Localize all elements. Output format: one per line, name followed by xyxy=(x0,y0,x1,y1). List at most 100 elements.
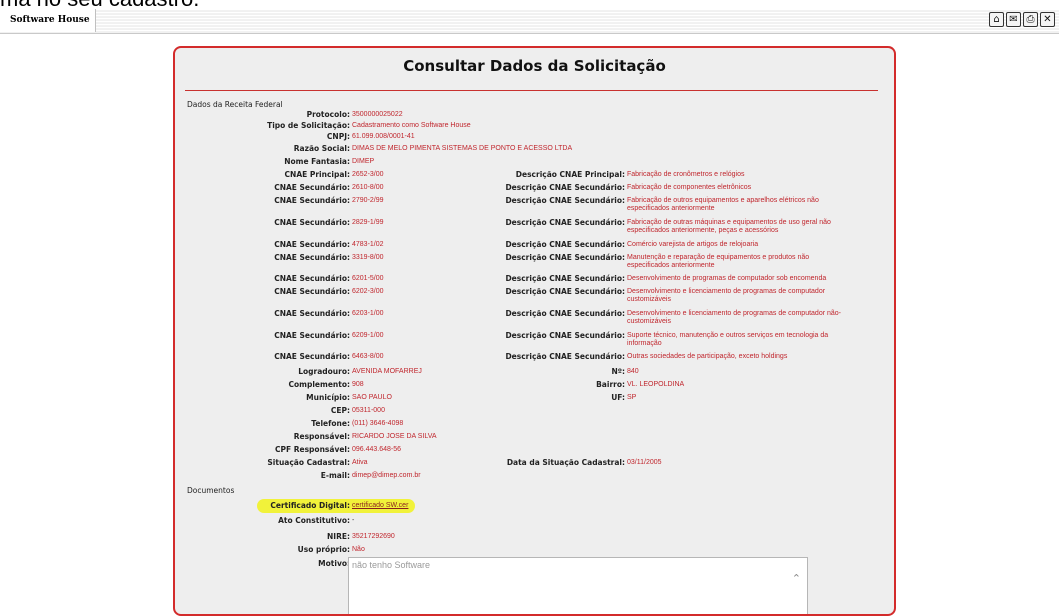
responsavel-label: Responsável: xyxy=(293,432,350,441)
cnae-secundario-desc: Manutenção e reparação de equipamentos e… xyxy=(627,254,810,269)
cnae-secundario-value: 2829-1/99 xyxy=(352,219,384,226)
cnae-secundario-desc-label: Descrição CNAE Secundário: xyxy=(505,240,625,249)
cnae-principal-label: CNAE Principal: xyxy=(284,170,350,179)
app-title: Software House xyxy=(0,9,96,32)
cnae-secundario-value: 4783-1/02 xyxy=(352,241,384,248)
uf-value: SP xyxy=(627,394,637,401)
razao-value: DIMAS DE MELO PIMENTA SISTEMAS DE PONTO … xyxy=(352,145,573,152)
cnae-secundario-desc: Desenvolvimento e licenciamento de progr… xyxy=(627,310,842,325)
numero-value: 840 xyxy=(627,368,639,375)
cnae-secundario-label: CNAE Secundário: xyxy=(274,253,350,262)
nire-value: 35217292690 xyxy=(352,533,395,540)
cpf-value: 096.443.648-56 xyxy=(352,446,402,453)
cep-label: CEP: xyxy=(330,406,350,415)
home-icon[interactable]: ⌂ xyxy=(989,12,1004,27)
cnae-secundario-value: 6201-5/00 xyxy=(352,275,384,282)
cnae-principal-value: 2652-3/00 xyxy=(352,171,384,178)
cnae-secundario-label: CNAE Secundário: xyxy=(274,183,350,192)
cnae-secundario-desc: Fabricação de outras máquinas e equipame… xyxy=(627,219,831,234)
scroll-up-icon[interactable]: ⌃ xyxy=(792,572,801,585)
cnae-secundario-desc: Comércio varejista de artigos de relojoa… xyxy=(627,241,759,248)
top-bar: Software House ⌂ ✉ ⎙ ✕ xyxy=(0,9,1059,34)
protocolo-value: 3500000025022 xyxy=(352,111,403,118)
email-value: dimep@dimep.com.br xyxy=(352,472,421,479)
email-label: E-mail: xyxy=(320,471,350,480)
cnae-secundario-value: 2790-2/99 xyxy=(352,197,384,204)
tipo-value: Cadastramento como Software House xyxy=(352,122,471,129)
cnae-secundario-value: 6209-1/00 xyxy=(352,332,384,339)
close-icon[interactable]: ✕ xyxy=(1040,12,1055,27)
cnae-secundario-label: CNAE Secundário: xyxy=(274,274,350,283)
cnae-secundario-label: CNAE Secundário: xyxy=(274,240,350,249)
situacao-value: Ativa xyxy=(352,459,368,466)
cnae-secundario-desc-label: Descrição CNAE Secundário: xyxy=(505,196,625,205)
section-documentos: Documentos xyxy=(187,486,235,495)
motivo-textarea[interactable]: não tenho Software ⌃ xyxy=(348,557,808,614)
cnae-secundario-desc: Outras sociedades de participação, excet… xyxy=(627,353,788,360)
fantasia-value: DIMEP xyxy=(352,158,375,165)
protocolo-label: Protocolo: xyxy=(306,110,350,119)
cnae-secundario-desc: Desenvolvimento de programas de computad… xyxy=(627,275,827,282)
cnae-secundario-label: CNAE Secundário: xyxy=(274,196,350,205)
data-situacao-value: 03/11/2005 xyxy=(627,459,662,466)
cnae-principal-desc-label: Descrição CNAE Principal: xyxy=(515,170,625,179)
cnae-secundario-value: 6202-3/00 xyxy=(352,288,384,295)
cnae-secundario-desc-label: Descrição CNAE Secundário: xyxy=(505,287,625,296)
page-title: Consultar Dados da Solicitação xyxy=(403,57,666,75)
certificado-link[interactable]: certificado SW.cer xyxy=(352,502,408,510)
telefone-value: (011) 3646-4098 xyxy=(352,420,404,427)
razao-label: Razão Social: xyxy=(293,144,350,153)
logradouro-value: AVENIDA MOFARREJ xyxy=(352,368,422,375)
municipio-label: Município: xyxy=(306,393,350,402)
cnae-secundario-desc-label: Descrição CNAE Secundário: xyxy=(505,183,625,192)
responsavel-value: RICARDO JOSE DA SILVA xyxy=(352,433,437,440)
cnae-secundario-desc-label: Descrição CNAE Secundário: xyxy=(505,274,625,283)
certificado-label: Certificado Digital: xyxy=(270,501,350,510)
cnae-secundario-desc-label: Descrição CNAE Secundário: xyxy=(505,352,625,361)
cnae-secundario-desc-label: Descrição CNAE Secundário: xyxy=(505,309,625,318)
complemento-value: 908 xyxy=(352,381,364,388)
bairro-label: Bairro: xyxy=(596,380,625,389)
request-panel: Consultar Dados da Solicitação Dados da … xyxy=(173,46,896,616)
print-icon[interactable]: ⎙ xyxy=(1023,12,1038,27)
cnae-secundario-label: CNAE Secundário: xyxy=(274,309,350,318)
numero-label: Nº: xyxy=(611,367,625,376)
section-receita-federal: Dados da Receita Federal xyxy=(187,100,283,109)
tipo-label: Tipo de Solicitação: xyxy=(267,121,350,130)
ato-value: - xyxy=(352,517,355,524)
cnae-secundario-label: CNAE Secundário: xyxy=(274,331,350,340)
toolbar-icons: ⌂ ✉ ⎙ ✕ xyxy=(989,12,1055,27)
cnpj-value: 61.099.008/0001-41 xyxy=(352,133,415,140)
logradouro-label: Logradouro: xyxy=(298,367,350,376)
complemento-label: Complemento: xyxy=(288,380,350,389)
cnae-secundario-desc: Fabricação de outros equipamentos e apar… xyxy=(627,197,819,212)
cpf-label: CPF Responsável: xyxy=(275,445,350,454)
cnae-secundario-desc: Suporte técnico, manutenção e outros ser… xyxy=(627,332,829,347)
municipio-value: SAO PAULO xyxy=(352,394,392,401)
cnae-secundario-label: CNAE Secundário: xyxy=(274,352,350,361)
telefone-label: Telefone: xyxy=(311,419,350,428)
motivo-label: Motivo: xyxy=(318,559,350,568)
cnae-secundario-desc: Desenvolvimento e licenciamento de progr… xyxy=(627,288,826,303)
fantasia-label: Nome Fantasia: xyxy=(284,157,350,166)
title-divider xyxy=(185,90,878,91)
nire-label: NIRE: xyxy=(327,532,350,541)
cnae-secundario-desc-label: Descrição CNAE Secundário: xyxy=(505,218,625,227)
cnae-secundario-label: CNAE Secundário: xyxy=(274,218,350,227)
cnae-secundario-label: CNAE Secundário: xyxy=(274,287,350,296)
data-situacao-label: Data da Situação Cadastral: xyxy=(506,458,625,467)
cnae-secundario-value: 6203-1/00 xyxy=(352,310,384,317)
cnae-secundario-value: 2610-8/00 xyxy=(352,184,384,191)
cnpj-label: CNPJ: xyxy=(326,132,350,141)
ato-label: Ato Constitutivo: xyxy=(278,516,350,525)
cnae-secundario-value: 3319-8/00 xyxy=(352,254,384,261)
uso-label: Uso próprio: xyxy=(297,545,350,554)
cnae-secundario-desc-label: Descrição CNAE Secundário: xyxy=(505,253,625,262)
motivo-text: não tenho Software xyxy=(352,560,431,570)
cnae-secundario-desc-label: Descrição CNAE Secundário: xyxy=(505,331,625,340)
bairro-value: VL. LEOPOLDINA xyxy=(627,381,685,388)
uf-label: UF: xyxy=(611,393,625,402)
cnae-secundario-desc: Fabricação de componentes eletrônicos xyxy=(627,184,752,191)
mail-icon[interactable]: ✉ xyxy=(1006,12,1021,27)
cnae-secundario-value: 6463-8/00 xyxy=(352,353,384,360)
